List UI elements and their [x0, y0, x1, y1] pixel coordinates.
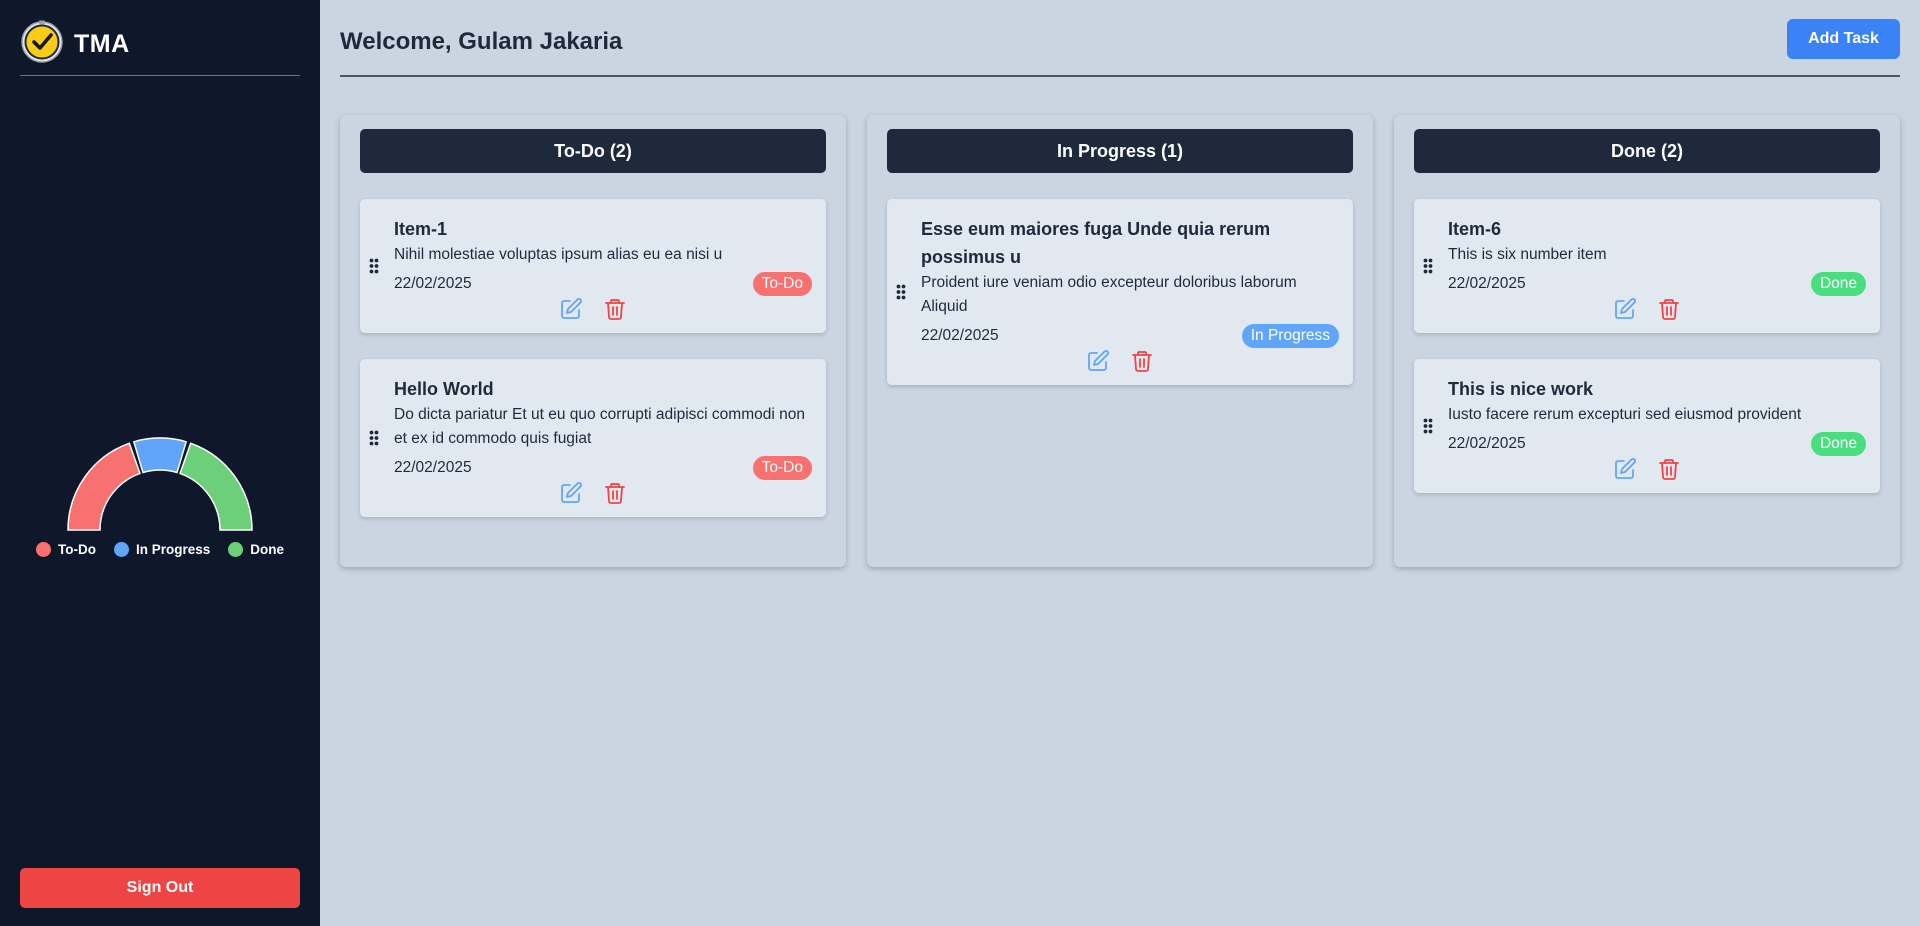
- brand: TMA: [20, 20, 300, 76]
- trash-icon[interactable]: [603, 481, 627, 505]
- edit-icon[interactable]: [1613, 297, 1637, 321]
- card-title: This is nice work: [1448, 379, 1594, 399]
- card-description: Nihil molestiae voluptas ipsum alias eu …: [394, 246, 723, 263]
- card-date: 22/02/2025: [1448, 275, 1526, 292]
- status-badge: Done: [1810, 272, 1866, 296]
- task-card[interactable]: This is nice work Iusto facere rerum exce…: [1414, 359, 1880, 493]
- legend-item[interactable]: To-Do: [35, 542, 96, 557]
- sidebar: TMA To-Do In Progress Done Sign Out: [0, 0, 320, 926]
- legend-item[interactable]: In Progress: [113, 542, 211, 557]
- add-task-button[interactable]: Add Task: [1787, 19, 1900, 59]
- app-title: TMA: [74, 30, 130, 58]
- card-actions: [1428, 297, 1866, 321]
- card-meta: 22/02/2025 Done: [1448, 432, 1866, 456]
- legend-swatch: [113, 542, 129, 557]
- card-title: Item-6: [1448, 219, 1502, 239]
- trash-icon[interactable]: [1657, 297, 1681, 321]
- task-card[interactable]: Item-1 Nihil molestiae voluptas ipsum ali…: [360, 199, 826, 333]
- task-card[interactable]: Item-6 This is six number item 22/02/2025 D…: [1414, 199, 1880, 333]
- card-date: 22/02/2025: [394, 275, 472, 292]
- card-description: Iusto facere rerum excepturi sed eiusmod…: [1448, 406, 1802, 423]
- card-actions: [374, 297, 812, 321]
- card-date: 22/02/2025: [394, 459, 472, 476]
- card-date: 22/02/2025: [1448, 435, 1526, 452]
- drag-handle-icon[interactable]: [1423, 418, 1433, 434]
- trash-icon[interactable]: [1130, 349, 1154, 373]
- column-done[interactable]: Done (2) Item-6 This is six number item 22/…: [1394, 115, 1900, 567]
- column-header: In Progress (1): [887, 129, 1353, 173]
- legend-label: To-Do: [57, 542, 96, 557]
- edit-icon[interactable]: [1086, 349, 1110, 373]
- card-description: Proident iure veniam odio excepteur dolo…: [921, 274, 1297, 315]
- drag-handle-icon[interactable]: [369, 430, 379, 446]
- card-description: This is six number item: [1448, 246, 1607, 263]
- card-meta: 22/02/2025 To-Do: [394, 272, 812, 296]
- legend-swatch: [228, 542, 244, 557]
- card-actions: [374, 481, 812, 505]
- trash-icon[interactable]: [1657, 457, 1681, 481]
- status-chart: To-Do In Progress Done: [30, 420, 290, 570]
- drag-handle-icon[interactable]: [1423, 258, 1433, 274]
- welcome-title: Welcome, Gulam Jakaria: [340, 28, 623, 55]
- sign-out-button[interactable]: Sign Out: [20, 868, 300, 908]
- kanban-board: To-Do (2) Item-1 Nihil molestiae voluptas …: [340, 115, 1900, 567]
- column-header: Done (2): [1414, 129, 1880, 173]
- card-meta: 22/02/2025 To-Do: [394, 456, 812, 480]
- status-badge: In Progress: [1241, 324, 1339, 348]
- card-description: Do dicta pariatur Et ut eu quo corrupti …: [394, 406, 805, 447]
- card-list: Item-6 This is six number item 22/02/2025 D…: [1414, 199, 1880, 493]
- status-badge: Done: [1810, 432, 1866, 456]
- edit-icon[interactable]: [559, 481, 583, 505]
- card-actions: [1428, 457, 1866, 481]
- trash-icon[interactable]: [603, 297, 627, 321]
- column-header: To-Do (2): [360, 129, 826, 173]
- card-meta: 22/02/2025 Done: [1448, 272, 1866, 296]
- edit-icon[interactable]: [559, 297, 583, 321]
- legend-item[interactable]: Done: [228, 542, 284, 557]
- drag-handle-icon[interactable]: [896, 284, 906, 300]
- status-badge: To-Do: [752, 272, 812, 296]
- column-todo[interactable]: To-Do (2) Item-1 Nihil molestiae voluptas …: [340, 115, 846, 567]
- column-in-progress[interactable]: In Progress (1) Esse eum maiores fuga Und…: [867, 115, 1373, 567]
- drag-handle-icon[interactable]: [369, 258, 379, 274]
- card-title: Item-1: [394, 219, 448, 239]
- status-badge: To-Do: [752, 456, 812, 480]
- card-list: Item-1 Nihil molestiae voluptas ipsum ali…: [360, 199, 826, 517]
- card-title: Hello World: [394, 379, 494, 399]
- page-header: Welcome, Gulam Jakaria Add Task: [340, 18, 1900, 77]
- legend-swatch: [35, 542, 51, 557]
- legend-label: Done: [250, 542, 284, 557]
- legend-label: In Progress: [135, 542, 211, 557]
- card-actions: [901, 349, 1339, 373]
- chart-slice-done[interactable]: [179, 442, 253, 531]
- card-date: 22/02/2025: [921, 327, 999, 344]
- status-half-donut-chart: [67, 437, 253, 531]
- edit-icon[interactable]: [1613, 457, 1637, 481]
- chart-slice-in-progress[interactable]: [132, 437, 188, 474]
- clock-check-icon: [21, 20, 63, 63]
- card-title: Esse eum maiores fuga Unde quia rerum po…: [921, 219, 1271, 267]
- chart-legend: To-Do In Progress Done: [30, 542, 290, 557]
- task-card[interactable]: Esse eum maiores fuga Unde quia rerum po…: [887, 199, 1353, 385]
- chart-slice-to-do[interactable]: [67, 442, 141, 531]
- task-card[interactable]: Hello World Do dicta pariatur Et ut eu qu…: [360, 359, 826, 517]
- card-meta: 22/02/2025 In Progress: [921, 324, 1339, 348]
- card-list: Esse eum maiores fuga Unde quia rerum po…: [887, 199, 1353, 385]
